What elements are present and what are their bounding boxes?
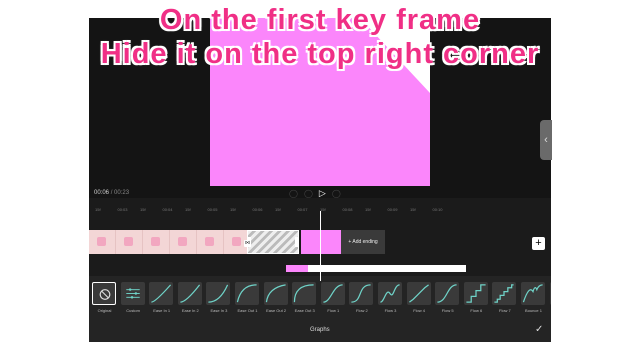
play-icon[interactable]: ▷: [319, 188, 326, 199]
time-separator: /: [110, 190, 113, 196]
preset-flow-4[interactable]: Flow 4: [406, 282, 432, 313]
transition-icon[interactable]: ⋈: [244, 240, 251, 247]
ruler-tick: 00:03: [117, 207, 128, 212]
preset-label: Flow 4: [413, 308, 425, 313]
preset-label: Ease Out 1: [237, 308, 258, 313]
overlay-clip[interactable]: [286, 265, 308, 272]
preset-label: Flow 1: [327, 308, 340, 313]
preset-label: Ease Out 3: [294, 308, 315, 313]
graphs-panel: Original Custom Ease In 1 Ease In 2 Ease In …: [89, 276, 551, 342]
ruler-tick: 00:04: [162, 207, 173, 212]
preset-label: Flow 7: [499, 308, 511, 313]
ruler-tick: 00:09: [387, 207, 398, 212]
ease-in-1-icon[interactable]: [149, 282, 174, 305]
ruler-tick: 00:07: [297, 207, 308, 212]
checkmark-icon[interactable]: ✓: [535, 324, 543, 335]
flow-4-icon[interactable]: [406, 282, 431, 305]
plus-icon[interactable]: +: [532, 237, 545, 250]
preset-ease-in-2[interactable]: Ease In 2: [177, 282, 203, 313]
preset-label: Original: [97, 308, 112, 313]
flow-5-icon[interactable]: [435, 282, 460, 305]
clip-trim-handle-right[interactable]: [295, 237, 299, 247]
total-time: 00:23: [114, 190, 130, 196]
preset-flow-1[interactable]: Flow 1: [320, 282, 346, 313]
flow-3-icon[interactable]: [378, 282, 402, 305]
preset-bounce-1[interactable]: Bounce 1: [521, 282, 546, 313]
ruler-tick: 00:05: [207, 207, 218, 212]
clip-thumbnail[interactable]: [89, 230, 116, 254]
preset-label: Flow 2: [356, 308, 368, 313]
ease-out-1-icon[interactable]: [235, 282, 259, 305]
ruler-tick: 00:08: [342, 207, 353, 212]
clip-thumbnail[interactable]: [143, 230, 170, 254]
redo-icon[interactable]: ◯: [304, 189, 313, 198]
preset-flow-5[interactable]: Flow 5: [435, 282, 460, 313]
add-ending-button[interactable]: + Add ending: [341, 230, 385, 254]
ruler-tick: 15f: [410, 207, 416, 212]
ease-in-3-icon[interactable]: [206, 282, 231, 305]
preset-ease-in-3[interactable]: Ease In 3: [206, 282, 231, 313]
ruler-tick: 00:10: [432, 207, 443, 212]
ruler-tick: 15f: [185, 207, 191, 212]
preset-custom[interactable]: Custom: [120, 282, 146, 313]
preset-ease-in-1[interactable]: Ease In 1: [149, 282, 174, 313]
preset-ease-out-2[interactable]: Ease Out 2: [263, 282, 289, 313]
overlay-track[interactable]: [286, 265, 466, 272]
preset-label: Ease In 3: [210, 308, 228, 313]
current-time: 00:06: [94, 190, 110, 196]
bounce-1-icon[interactable]: [521, 282, 545, 305]
ease-out-3-icon[interactable]: [292, 282, 317, 305]
ruler-tick: 15f: [365, 207, 371, 212]
ease-out-2-icon[interactable]: [263, 282, 288, 305]
preset-label: Ease Out 2: [266, 308, 287, 313]
preset-flow-3[interactable]: Flow 3: [378, 282, 403, 313]
selected-clip[interactable]: [247, 230, 299, 254]
preset-label: Flow 6: [470, 308, 483, 313]
time-display: 00:06 / 00:23: [94, 190, 129, 196]
caption-line-1: On the first key frame: [159, 4, 481, 36]
preset-ease-out-1[interactable]: Ease Out 1: [235, 282, 260, 313]
playhead[interactable]: [320, 211, 321, 281]
flow-6-icon[interactable]: [463, 282, 488, 305]
transport-controls: ◯ ◯ ▷ ◯: [289, 188, 341, 199]
preset-ease-out-3[interactable]: Ease Out 3: [292, 282, 317, 313]
clip-thumbnail[interactable]: [170, 230, 197, 254]
preset-label: Custom: [126, 308, 140, 313]
preset-label: Flow 3: [384, 308, 397, 313]
ruler-tick: 00:06: [252, 207, 263, 212]
preset-label: Flow 5: [441, 308, 454, 313]
graphs-title: Graphs: [310, 327, 330, 333]
clip-thumbnail[interactable]: [116, 230, 143, 254]
caption-line-2: Hide it on the top right corner: [100, 38, 540, 70]
ruler-tick: 15f: [95, 207, 101, 212]
bounce-2-icon[interactable]: [549, 282, 551, 305]
ruler-tick: 15f: [275, 207, 281, 212]
flow-1-icon[interactable]: [320, 282, 345, 305]
preset-flow-6[interactable]: Flow 6: [463, 282, 489, 313]
flow-7-icon[interactable]: [492, 282, 517, 305]
none-icon[interactable]: [92, 282, 116, 305]
preset-flow-2[interactable]: Flow 2: [349, 282, 374, 313]
ruler-tick: 15f: [140, 207, 146, 212]
flow-2-icon[interactable]: [349, 282, 374, 305]
preset-label: Bounce 1: [525, 308, 542, 313]
ease-in-2-icon[interactable]: [177, 282, 202, 305]
preset-label: Bo: [550, 308, 551, 313]
preset-flow-7[interactable]: Flow 7: [492, 282, 517, 313]
graph-presets: Original Custom Ease In 1 Ease In 2 Ease In …: [89, 282, 551, 318]
undo-icon[interactable]: ◯: [289, 189, 298, 198]
custom-curve-icon[interactable]: [120, 282, 145, 305]
fullscreen-icon[interactable]: ◯: [332, 189, 341, 198]
preset-label: Ease In 2: [181, 308, 199, 313]
preset-bo[interactable]: Bo: [549, 282, 551, 313]
preset-original[interactable]: Original: [92, 282, 117, 313]
clip-thumbnail[interactable]: [197, 230, 224, 254]
pink-clip[interactable]: [301, 230, 341, 254]
chevron-left-icon[interactable]: ‹: [540, 120, 552, 160]
ruler-tick: 15f: [230, 207, 236, 212]
preset-label: Ease In 1: [153, 308, 171, 313]
